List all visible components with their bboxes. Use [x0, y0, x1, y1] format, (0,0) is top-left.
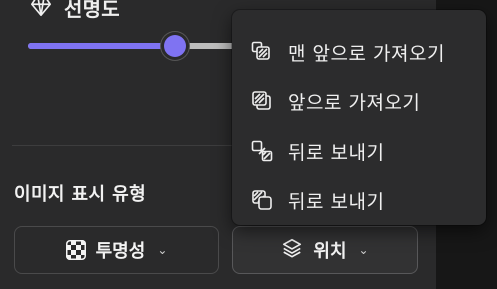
menu-item-send-backward[interactable]: 뒤로 보내기	[232, 127, 486, 175]
transparency-button[interactable]: 투명성 ⌄	[14, 226, 219, 274]
diamond-icon	[30, 0, 52, 18]
menu-item-label: 맨 앞으로 가져오기	[288, 42, 445, 65]
opacity-slider[interactable]	[28, 35, 258, 57]
menu-item-bring-to-front[interactable]: 맨 앞으로 가져오기	[232, 28, 486, 76]
opacity-label: 선명도	[64, 0, 120, 21]
transparency-button-label: 투명성	[95, 241, 146, 262]
menu-item-bring-forward[interactable]: 앞으로 가져오기	[232, 77, 486, 125]
position-button[interactable]: 위치 ⌄	[232, 226, 418, 274]
bring-to-front-icon	[250, 40, 274, 64]
menu-item-label: 뒤로 보내기	[288, 190, 385, 213]
slider-fill	[28, 43, 176, 49]
menu-item-label: 뒤로 보내기	[288, 141, 385, 164]
position-button-label: 위치	[313, 241, 347, 262]
menu-item-send-to-back[interactable]: 뒤로 보내기	[232, 176, 486, 224]
slider-thumb[interactable]	[164, 35, 187, 57]
checkerboard-icon	[65, 240, 86, 260]
chevron-down-icon: ⌄	[157, 243, 168, 257]
send-backward-icon	[250, 139, 274, 163]
opacity-header: 선명도	[30, 0, 120, 24]
display-type-title: 이미지 표시 유형	[14, 184, 147, 205]
layers-icon	[281, 237, 303, 263]
position-dropdown-menu: 맨 앞으로 가져오기 앞으로 가져오기 뒤로 보내기 뒤로 보내기	[232, 10, 486, 225]
bring-forward-icon	[250, 89, 274, 113]
menu-item-label: 앞으로 가져오기	[288, 91, 421, 114]
send-to-back-icon	[250, 188, 274, 212]
chevron-down-icon: ⌄	[358, 243, 369, 257]
image-settings-screen: 선명도 이미지 표시 유형 투명성 ⌄ 위치 ⌄ 맨 앞으로 가져오기 앞으로 …	[0, 0, 497, 289]
